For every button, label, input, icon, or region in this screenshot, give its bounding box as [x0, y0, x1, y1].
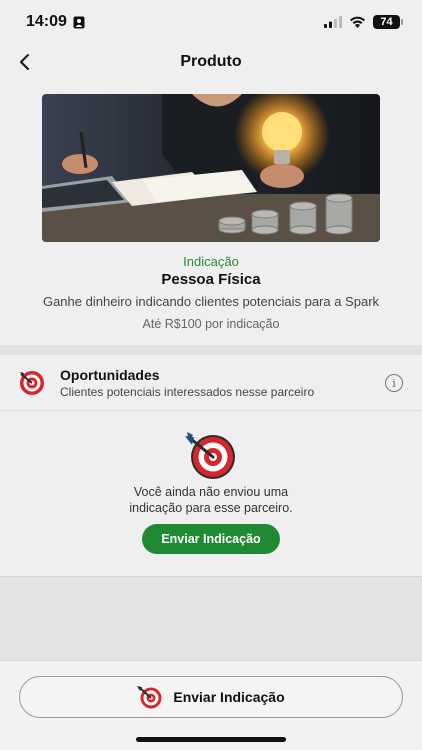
battery-indicator: 74: [373, 15, 403, 29]
status-time: 14:09: [26, 13, 67, 30]
product-reward: Até R$100 por indicação: [142, 317, 280, 331]
product-description: Ganhe dinheiro indicando clientes potenc…: [42, 294, 380, 309]
opportunities-header: Oportunidades Clientes potenciais intere…: [0, 355, 422, 411]
product-info: Indicação Pessoa Física Ganhe dinheiro i…: [0, 254, 422, 333]
target-arrow-icon: [185, 432, 235, 479]
home-indicator: [136, 737, 286, 742]
opportunities-title: Oportunidades: [60, 367, 160, 383]
cellular-signal-icon: [324, 16, 342, 28]
nav-bar: Produto: [0, 44, 422, 80]
opportunities-subtitle: Clientes potenciais interessados nesse p…: [60, 385, 315, 399]
send-referral-button[interactable]: Enviar Indicação: [142, 524, 280, 554]
product-name: Pessoa Física: [161, 271, 261, 288]
empty-state-line2: indicação para esse parceiro.: [129, 501, 293, 515]
empty-state-line1: Você ainda não enviou uma: [133, 485, 289, 499]
target-icon: [137, 686, 162, 709]
back-button[interactable]: [10, 48, 38, 76]
product-category: Indicação: [183, 254, 239, 269]
section-divider: [0, 345, 422, 355]
status-left: 14:09: [26, 13, 85, 31]
battery-level: 74: [380, 16, 393, 28]
status-right: 74: [324, 15, 403, 29]
lightbulb-coins-illustration: [42, 94, 380, 242]
info-icon[interactable]: i: [385, 374, 403, 392]
page-title: Produto: [180, 53, 242, 70]
bottom-send-referral-button[interactable]: Enviar Indicação: [19, 676, 403, 718]
bottom-button-label: Enviar Indicação: [173, 689, 285, 705]
bottom-bar: Enviar Indicação: [0, 660, 422, 750]
product-hero-image: [42, 94, 380, 242]
status-bar: 14:09 74: [0, 0, 422, 44]
content-background: [0, 576, 422, 660]
target-icon: [20, 371, 44, 395]
empty-state: Você ainda não enviou uma indicação para…: [0, 411, 422, 576]
contact-card-icon: [73, 16, 85, 28]
wifi-icon: [350, 16, 365, 28]
empty-state-text: Você ainda não enviou uma indicação para…: [0, 484, 422, 516]
chevron-left-icon: [20, 54, 29, 70]
